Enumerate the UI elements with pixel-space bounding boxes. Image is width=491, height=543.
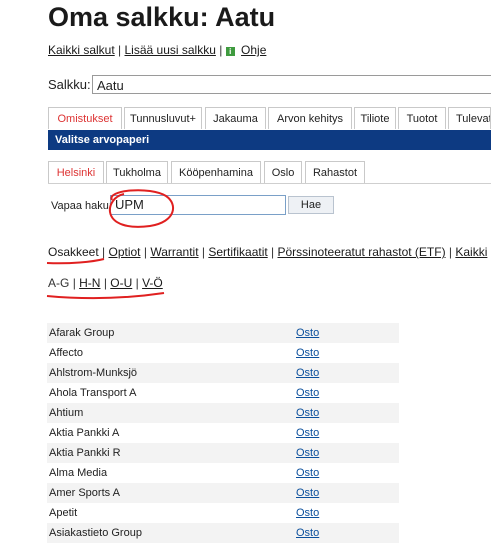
- category-link-optiot[interactable]: Optiot: [109, 245, 141, 259]
- annotation-underline: [46, 258, 105, 265]
- letter-link-o-u[interactable]: O-U: [110, 276, 132, 290]
- tab-divider: [48, 183, 491, 184]
- all-portfolios-link[interactable]: Kaikki salkut: [48, 43, 115, 57]
- top-links: Kaikki salkut | Lisää uusi salkku | i Oh…: [48, 43, 266, 57]
- search-button[interactable]: Hae: [288, 196, 334, 214]
- table-row: Ahtium Osto: [47, 403, 399, 423]
- buy-link[interactable]: Osto: [296, 467, 319, 479]
- letter-link-v-o[interactable]: V-Ö: [142, 276, 163, 290]
- security-name: Apetit: [49, 507, 78, 519]
- table-row: Affecto Osto: [47, 343, 399, 363]
- buy-link[interactable]: Osto: [296, 407, 319, 419]
- letter-current: A-G: [48, 276, 70, 290]
- tab-helsinki[interactable]: Helsinki: [48, 161, 104, 183]
- tab-tulevat[interactable]: Tulevat: [448, 107, 491, 129]
- buy-link[interactable]: Osto: [296, 447, 319, 459]
- info-icon: i: [225, 47, 235, 56]
- category-current: Osakkeet: [48, 245, 99, 259]
- security-name: Aktia Pankki R: [47, 443, 294, 463]
- security-name: Aktia Pankki A: [49, 427, 120, 439]
- tab-omistukset[interactable]: Omistukset: [48, 107, 122, 129]
- security-name: Affecto: [49, 347, 84, 359]
- panel-header: Valitse arvopaperi: [48, 130, 491, 150]
- table-row: Ahola Transport A Osto: [47, 383, 399, 403]
- portfolio-select[interactable]: Aatu: [92, 75, 491, 94]
- table-row: Ahlstrom-Munksjö Osto: [47, 363, 399, 383]
- page-title: Oma salkku: Aatu: [48, 2, 276, 32]
- tab-arvon-kehitys[interactable]: Arvon kehitys: [268, 107, 352, 129]
- table-row: Aktia Pankki R Osto: [47, 443, 399, 463]
- tab-tukholma[interactable]: Tukholma: [106, 161, 168, 183]
- security-name: Ahlstrom-Munksjö: [47, 363, 294, 383]
- buy-link[interactable]: Osto: [296, 427, 319, 439]
- tab-koopenhamina[interactable]: Kööpenhamina: [171, 161, 261, 183]
- buy-link[interactable]: Osto: [296, 327, 319, 339]
- search-label: Vapaa haku:: [51, 200, 112, 212]
- security-name: Ahola Transport A: [49, 387, 137, 399]
- security-name: Ahtium: [47, 403, 294, 423]
- table-row: Asiakastieto Group Osto: [47, 523, 399, 543]
- table-row: Alma Media Osto: [47, 463, 399, 483]
- search-input[interactable]: UPM: [110, 195, 286, 215]
- table-row: Amer Sports A Osto: [47, 483, 399, 503]
- tab-rahastot[interactable]: Rahastot: [305, 161, 365, 183]
- category-link-etf[interactable]: Pörssinoteeratut rahastot (ETF): [278, 245, 446, 259]
- tab-jakauma[interactable]: Jakauma: [205, 107, 266, 129]
- table-row: Afarak Group Osto: [47, 323, 399, 343]
- letter-filter: A-G | H-N | O-U | V-Ö: [48, 276, 163, 290]
- table-row: Aktia Pankki A Osto: [47, 423, 399, 443]
- tab-tiliote[interactable]: Tiliote: [354, 107, 396, 129]
- buy-link[interactable]: Osto: [296, 487, 319, 499]
- annotation-underline: [46, 292, 165, 300]
- security-name: Afarak Group: [47, 323, 294, 343]
- buy-link[interactable]: Osto: [296, 387, 319, 399]
- tab-tunnusluvut[interactable]: Tunnusluvut+: [124, 107, 202, 129]
- securities-table: Afarak Group Osto Affecto Osto Ahlstrom-Mu…: [47, 323, 399, 543]
- buy-link[interactable]: Osto: [296, 367, 319, 379]
- security-name: Amer Sports A: [47, 483, 294, 503]
- help-link[interactable]: Ohje: [241, 43, 266, 57]
- security-name: Asiakastieto Group: [47, 523, 294, 543]
- letter-link-h-n[interactable]: H-N: [79, 276, 100, 290]
- buy-link[interactable]: Osto: [296, 347, 319, 359]
- buy-link[interactable]: Osto: [296, 527, 319, 539]
- table-row: Apetit Osto: [47, 503, 399, 523]
- category-link-kaikki[interactable]: Kaikki: [455, 245, 487, 259]
- add-portfolio-link[interactable]: Lisää uusi salkku: [125, 43, 216, 57]
- category-link-sertifikaatit[interactable]: Sertifikaatit: [208, 245, 267, 259]
- category-filter: Osakkeet | Optiot | Warrantit | Sertifik…: [48, 245, 487, 259]
- tab-tuotot[interactable]: Tuotot: [398, 107, 446, 129]
- security-name: Alma Media: [49, 467, 108, 479]
- tab-oslo[interactable]: Oslo: [264, 161, 302, 183]
- buy-link[interactable]: Osto: [296, 507, 319, 519]
- portfolio-label: Salkku:: [48, 77, 91, 92]
- category-link-warrantit[interactable]: Warrantit: [150, 245, 198, 259]
